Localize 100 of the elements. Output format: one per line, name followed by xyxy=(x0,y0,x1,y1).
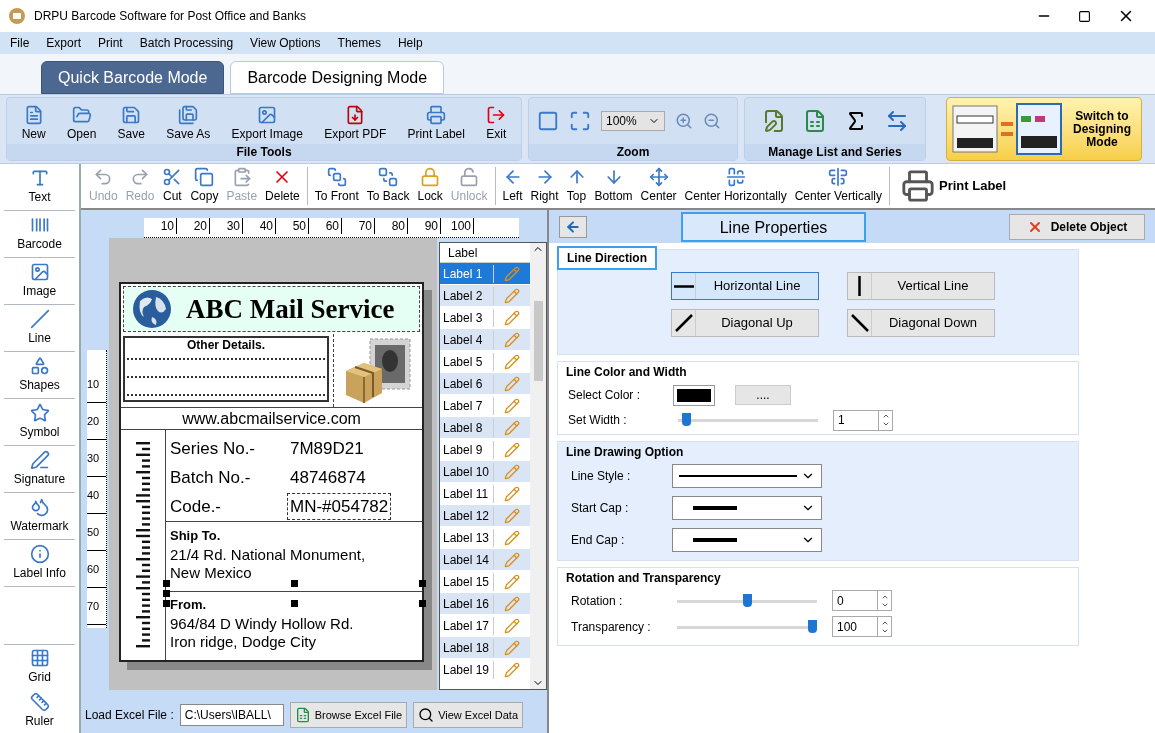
ribbon-button[interactable]: Exit xyxy=(482,104,511,144)
mode-tab[interactable]: Quick Barcode Mode xyxy=(41,61,225,94)
zoom-out-icon[interactable] xyxy=(703,112,721,130)
sidebar-tool[interactable]: Line xyxy=(4,305,75,352)
excel-path-field[interactable]: C:\Users\IBALL\ xyxy=(179,704,284,726)
toolbar-button[interactable]: Cut xyxy=(158,166,187,206)
back-button[interactable] xyxy=(559,215,587,238)
fit-to-window-icon[interactable] xyxy=(569,110,591,132)
selection-handle[interactable] xyxy=(419,580,426,587)
selection-handle[interactable] xyxy=(291,600,298,607)
sidebar-tool[interactable]: Label Info xyxy=(4,540,75,587)
label-list-row[interactable]: Label 8 xyxy=(440,417,530,439)
toolbar-button[interactable]: Right xyxy=(526,166,563,206)
label-list-row[interactable]: Label 6 xyxy=(440,373,530,395)
pencil-icon[interactable] xyxy=(504,573,520,590)
label-list-row[interactable]: Label 12 xyxy=(440,505,530,527)
delete-object-button[interactable]: Delete Object xyxy=(1009,213,1145,240)
pencil-icon[interactable] xyxy=(504,419,520,436)
number-field[interactable]: 1 xyxy=(833,409,893,431)
line-option-dropdown[interactable] xyxy=(672,528,822,552)
pencil-icon[interactable] xyxy=(504,551,520,568)
label-list-row[interactable]: Label 18 xyxy=(440,637,530,659)
line-direction-button[interactable]: Diagonal Up xyxy=(671,309,819,337)
toolbar-button[interactable]: Bottom xyxy=(590,166,637,206)
sidebar-tool[interactable]: Symbol xyxy=(4,399,75,446)
menu-item[interactable]: Help xyxy=(397,34,423,52)
sidebar-tool[interactable]: Barcode xyxy=(4,211,75,258)
toolbar-button[interactable]: Delete xyxy=(261,166,304,206)
pencil-icon[interactable] xyxy=(504,331,520,348)
pencil-icon[interactable] xyxy=(504,529,520,546)
pencil-icon[interactable] xyxy=(504,463,520,480)
pencil-icon[interactable] xyxy=(504,309,520,326)
toolbar-button[interactable]: Copy xyxy=(186,166,223,206)
sidebar-tool[interactable]: Watermark xyxy=(4,493,75,540)
pencil-icon[interactable] xyxy=(504,661,520,678)
slider[interactable] xyxy=(677,619,817,634)
pencil-icon[interactable] xyxy=(504,375,520,392)
selection-handle[interactable] xyxy=(419,600,426,607)
sidebar-tool[interactable]: Signature xyxy=(4,446,75,493)
menu-item[interactable]: View Options xyxy=(250,34,321,52)
line-direction-button[interactable]: Horizontal Line xyxy=(671,272,819,300)
pencil-icon[interactable] xyxy=(504,595,520,612)
ribbon-button[interactable]: Save xyxy=(113,104,149,144)
toolbar-button[interactable]: To Back xyxy=(362,166,414,206)
pencil-icon[interactable] xyxy=(504,397,520,414)
view-excel-button[interactable]: View Excel Data xyxy=(413,702,524,728)
slider-thumb[interactable] xyxy=(742,593,752,607)
color-picker-button[interactable]: .... xyxy=(735,385,791,405)
zoom-in-icon[interactable] xyxy=(675,112,693,130)
label-list-row[interactable]: Label 2 xyxy=(440,285,530,307)
sidebar-tool[interactable]: Grid xyxy=(0,645,79,689)
toolbar-button[interactable]: Center Horizontally xyxy=(680,166,791,206)
toolbar-button[interactable]: Lock xyxy=(413,166,447,206)
line-option-dropdown[interactable] xyxy=(672,496,822,520)
pencil-icon[interactable] xyxy=(504,507,520,524)
browse-excel-button[interactable]: Browse Excel File xyxy=(289,702,408,728)
sidebar-tool[interactable]: Image xyxy=(4,258,75,305)
sidebar-tool[interactable]: Shapes xyxy=(4,352,75,399)
slider[interactable] xyxy=(678,413,818,427)
label-list-row[interactable]: Label 1 xyxy=(440,263,530,285)
ribbon-button[interactable]: Open xyxy=(62,104,101,144)
scroll-bar[interactable] xyxy=(530,243,546,689)
zoom-dropdown[interactable]: 100% xyxy=(601,111,665,131)
print-label-button[interactable]: Print Label xyxy=(893,169,1015,203)
selection-handle[interactable] xyxy=(291,580,298,587)
sidebar-tool[interactable]: Ruler xyxy=(0,689,79,733)
toolbar-button[interactable]: Left xyxy=(498,166,527,206)
menu-item[interactable]: Themes xyxy=(337,34,381,52)
menu-item[interactable]: Export xyxy=(46,34,82,52)
label-list-row[interactable]: Label 4 xyxy=(440,329,530,351)
toolbar-button[interactable]: To Front xyxy=(310,166,363,206)
mode-tab[interactable]: Barcode Designing Mode xyxy=(230,61,445,94)
number-field[interactable]: 100 xyxy=(832,616,892,637)
pencil-icon[interactable] xyxy=(504,485,520,502)
line-option-dropdown[interactable] xyxy=(672,464,822,488)
ribbon-button[interactable]: Save As xyxy=(162,104,215,144)
switch-mode-button[interactable]: Switch to Designing Mode xyxy=(946,97,1142,161)
pencil-icon[interactable] xyxy=(504,441,520,458)
pencil-icon[interactable] xyxy=(504,617,520,634)
menu-item[interactable]: Print xyxy=(98,34,123,52)
number-field[interactable]: 0 xyxy=(832,590,892,611)
label-list-row[interactable]: Label 10 xyxy=(440,461,530,483)
menu-item[interactable]: File xyxy=(10,34,30,52)
ribbon-button[interactable]: New xyxy=(17,104,50,144)
toolbar-button[interactable]: Center xyxy=(636,166,681,206)
sidebar-tool[interactable]: Text xyxy=(4,164,75,211)
ribbon-button[interactable]: Print Label xyxy=(403,104,469,144)
slider[interactable] xyxy=(677,593,817,608)
pencil-icon[interactable] xyxy=(504,353,520,370)
pencil-icon[interactable] xyxy=(504,639,520,656)
label-list-row[interactable]: Label 16 xyxy=(440,593,530,615)
pencil-icon[interactable] xyxy=(504,265,520,282)
pencil-icon[interactable] xyxy=(504,287,520,304)
actual-size-icon[interactable] xyxy=(537,110,559,132)
ribbon-button[interactable]: Export Image xyxy=(227,104,307,144)
label-list-row[interactable]: Label 14 xyxy=(440,549,530,571)
toolbar-button[interactable]: Top xyxy=(562,166,591,206)
ribbon-button[interactable]: Export PDF xyxy=(320,104,391,144)
line-direction-button[interactable]: Vertical Line xyxy=(847,272,995,300)
menu-item[interactable]: Batch Processing xyxy=(139,34,234,52)
